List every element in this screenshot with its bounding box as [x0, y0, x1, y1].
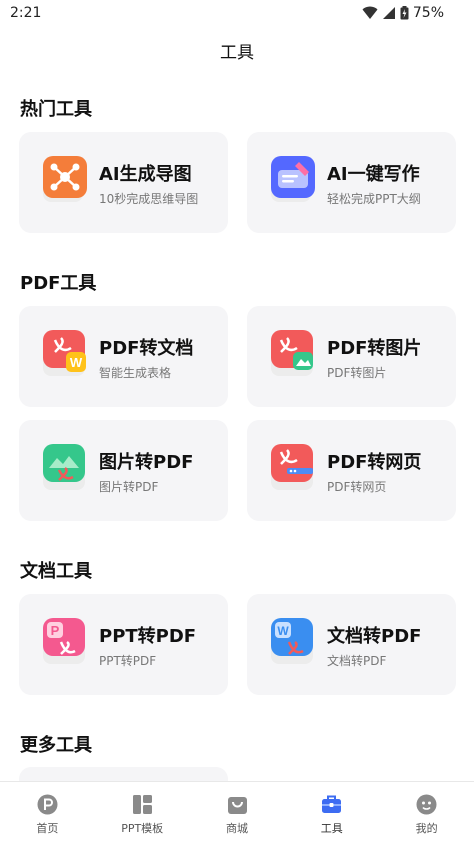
tab-label: 首页 — [36, 822, 59, 835]
tool-card-ai-writing[interactable]: AI一键写作 轻松完成PPT大纲 — [247, 132, 456, 233]
tool-card-image-to-pdf[interactable]: 图片转PDF 图片转PDF — [19, 420, 228, 521]
pdf-to-image-icon — [271, 330, 313, 376]
pdf-to-word-icon: W — [43, 330, 86, 376]
page-title: 工具 — [220, 43, 254, 63]
home-icon — [37, 794, 58, 815]
tool-desc: 10秒完成思维导图 — [99, 192, 199, 206]
tool-card-pdf-to-web[interactable]: PDF转网页 PDF转网页 — [247, 420, 456, 521]
tab-profile[interactable]: 我的 — [379, 782, 474, 843]
profile-icon — [416, 794, 437, 815]
tool-desc: 智能生成表格 — [99, 366, 172, 380]
section-title-hot: 热门工具 — [20, 99, 92, 120]
tool-desc: 图片转PDF — [99, 480, 159, 494]
pdf-to-web-icon — [271, 444, 313, 490]
tool-name: PDF转文档 — [99, 338, 194, 359]
tool-desc: PDF转网页 — [327, 480, 387, 494]
status-time: 2:21 — [10, 5, 42, 21]
battery-icon — [400, 6, 409, 20]
tab-label: 商城 — [225, 822, 248, 835]
bottom-tab-bar: 首页 PPT模板 商城 工具 我的 — [0, 781, 474, 843]
tool-card-pdf-to-image[interactable]: PDF转图片 PDF转图片 — [247, 306, 456, 407]
mindmap-icon — [43, 156, 87, 202]
status-icons: 75% — [362, 5, 444, 21]
tab-tools[interactable]: 工具 — [284, 782, 379, 843]
wifi-icon — [362, 6, 378, 19]
svg-text:W: W — [70, 355, 83, 370]
tool-card-word-to-pdf[interactable]: W 文档转PDF 文档转PDF — [247, 594, 456, 695]
svg-text:P: P — [51, 623, 60, 638]
svg-text:W: W — [277, 624, 289, 638]
status-bar: 2:21 75% — [0, 0, 474, 28]
tool-name: AI生成导图 — [99, 164, 192, 185]
section-title-doc: 文档工具 — [20, 561, 92, 582]
ai-writing-icon — [271, 156, 315, 202]
tab-label: 我的 — [415, 822, 438, 835]
template-icon — [132, 795, 152, 814]
tool-card-pdf-to-word[interactable]: W PDF转文档 智能生成表格 — [19, 306, 228, 407]
tool-name: PDF转图片 — [327, 338, 422, 359]
tool-card-ppt-to-pdf[interactable]: P PPT转PDF PPT转PDF — [19, 594, 228, 695]
section-title-more: 更多工具 — [20, 735, 92, 756]
tool-card-ai-mindmap[interactable]: AI生成导图 10秒完成思维导图 — [19, 132, 228, 233]
tool-desc: PDF转图片 — [327, 366, 387, 380]
tab-shop[interactable]: 商城 — [190, 782, 285, 843]
tab-ppt-template[interactable]: PPT模板 — [95, 782, 190, 843]
tool-name: PPT转PDF — [99, 626, 197, 647]
tool-desc: 文档转PDF — [327, 654, 387, 668]
tab-label: 工具 — [320, 822, 343, 835]
tool-name: AI一键写作 — [327, 164, 420, 185]
signal-icon — [382, 7, 395, 19]
tool-name: 文档转PDF — [327, 626, 422, 647]
tool-name: 图片转PDF — [99, 452, 194, 473]
image-to-pdf-icon — [43, 444, 85, 490]
ppt-to-pdf-icon: P — [43, 618, 85, 664]
tab-label: PPT模板 — [121, 822, 164, 835]
battery-level: 75% — [412, 5, 444, 21]
tool-desc: PPT转PDF — [99, 654, 157, 668]
tool-name: PDF转网页 — [327, 452, 422, 473]
tool-desc: 轻松完成PPT大纲 — [327, 192, 421, 206]
word-to-pdf-icon: W — [271, 618, 313, 664]
section-title-pdf: PDF工具 — [20, 273, 97, 294]
tab-home[interactable]: 首页 — [0, 782, 95, 843]
toolbox-icon — [322, 795, 342, 813]
shop-bag-icon — [227, 797, 247, 814]
